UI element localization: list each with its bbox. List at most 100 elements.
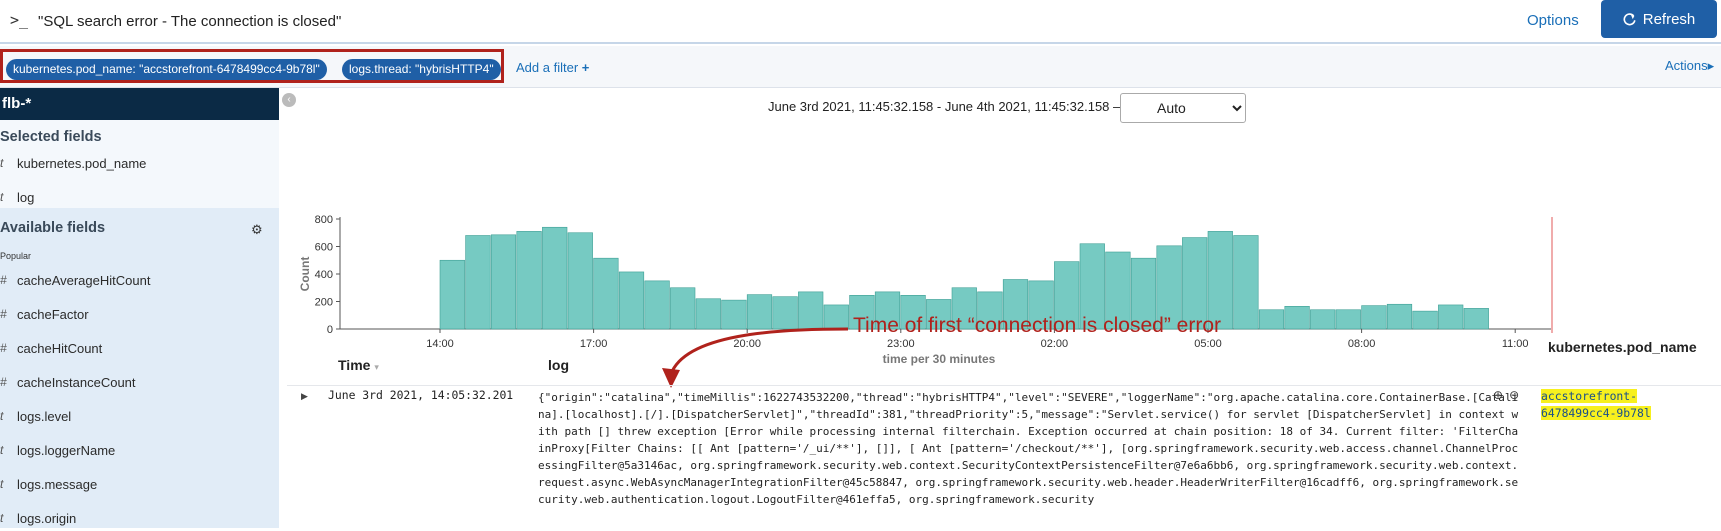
row-divider: [287, 385, 1721, 386]
y-tick-label: 600: [315, 242, 333, 254]
field-item[interactable]: # cacheInstanceCount: [0, 371, 279, 395]
x-tick-label: 08:00: [1348, 338, 1376, 350]
string-type-icon: t: [0, 511, 4, 525]
actions-label: Actions: [1665, 58, 1708, 73]
plus-icon: +: [581, 60, 590, 75]
histogram-bar: [1463, 308, 1489, 330]
add-filter-link[interactable]: Add a filter +: [516, 60, 589, 75]
index-pattern[interactable]: flb-*: [0, 88, 279, 120]
histogram-bar: [1361, 305, 1387, 330]
annotation-text: Time of first “connection is closed” err…: [853, 314, 1222, 337]
cell-filter-actions: ⊕ ⊖: [1493, 388, 1525, 402]
field-sidebar: flb-* Selected fields t kubernetes.pod_na…: [0, 88, 279, 528]
y-tick-label: 200: [315, 297, 333, 309]
field-name: cacheHitCount: [17, 341, 103, 356]
add-filter-label: Add a filter: [516, 60, 579, 75]
field-item[interactable]: t kubernetes.pod_name: [0, 152, 279, 176]
y-tick-label: 0: [327, 324, 333, 336]
histogram-bar: [1233, 235, 1259, 330]
histogram-bar: [1438, 304, 1464, 330]
zoom-out-icon[interactable]: ⊖: [1509, 388, 1519, 402]
highlighted-filters-box: kubernetes.pod_name: "accstorefront-6478…: [0, 49, 504, 83]
field-item[interactable]: t logs.loggerName: [0, 439, 279, 463]
field-item[interactable]: t logs.origin: [0, 507, 279, 531]
query-bar: >_ Options Refresh: [0, 0, 1721, 44]
pod-name-highlight: accstorefront-6478499cc4-9b78l: [1541, 389, 1651, 420]
histogram-bar: [1258, 309, 1285, 330]
collapse-sidebar-icon[interactable]: ‹: [282, 93, 296, 107]
selected-fields-title: Selected fields: [0, 129, 102, 145]
actions-link[interactable]: Actions▸: [1665, 58, 1714, 74]
x-tick-label: 14:00: [426, 338, 454, 350]
histogram-bar: [1412, 310, 1438, 330]
row-pod-name-cell: accstorefront-6478499cc4-9b78l: [1541, 388, 1701, 422]
histogram-bar: [670, 287, 696, 330]
popular-label: Popular: [0, 251, 32, 261]
filter-pill-pod-name[interactable]: kubernetes.pod_name: "accstorefront-6478…: [6, 59, 327, 80]
interval-select[interactable]: Auto: [1120, 93, 1246, 123]
field-name: logs.loggerName: [17, 443, 116, 458]
refresh-label: Refresh: [1642, 10, 1696, 28]
number-type-icon: #: [0, 273, 7, 287]
x-tick-label: 02:00: [1041, 338, 1069, 350]
x-tick-label: 23:00: [887, 338, 915, 350]
field-name: logs.level: [17, 409, 72, 424]
time-range-text: June 3rd 2021, 11:45:32.158 - June 4th 2…: [768, 99, 1127, 114]
field-item[interactable]: t log: [0, 186, 279, 210]
field-name: kubernetes.pod_name: [17, 156, 147, 171]
y-tick-label: 800: [315, 214, 333, 226]
field-name: log: [17, 190, 35, 205]
field-item[interactable]: t logs.level: [0, 405, 279, 429]
field-item[interactable]: t logs.message: [0, 473, 279, 497]
string-type-icon: t: [0, 477, 4, 491]
filter-pill-thread[interactable]: logs.thread: "hybrisHTTP4": [342, 59, 501, 80]
search-input[interactable]: [38, 7, 1478, 35]
histogram-bar: [644, 280, 670, 330]
zoom-in-icon[interactable]: ⊕: [1493, 388, 1503, 402]
field-name: logs.message: [17, 477, 98, 492]
main-panel: ‹ June 3rd 2021, 11:45:32.158 - June 4th…: [279, 88, 1721, 528]
field-name: cacheAverageHitCount: [17, 273, 151, 288]
field-name: logs.origin: [17, 511, 77, 526]
histogram-bar: [465, 235, 491, 330]
string-type-icon: t: [0, 443, 4, 457]
gear-icon[interactable]: ⚙: [251, 222, 263, 238]
histogram-bar: [516, 231, 542, 330]
filter-bar: kubernetes.pod_name: "accstorefront-6478…: [0, 46, 1721, 88]
histogram-bar: [1310, 309, 1336, 330]
x-tick-label: 11:00: [1502, 338, 1529, 350]
string-type-icon: t: [0, 156, 4, 170]
time-header-label: Time: [338, 357, 371, 373]
options-link[interactable]: Options: [1527, 12, 1579, 29]
histogram-bar: [567, 232, 593, 330]
field-name: cacheInstanceCount: [17, 375, 136, 390]
histogram-bar: [1386, 303, 1413, 330]
column-header-time[interactable]: Time ▾: [338, 357, 379, 373]
x-tick-label: 05:00: [1194, 338, 1222, 350]
refresh-icon: [1623, 12, 1636, 25]
field-item[interactable]: # cacheAverageHitCount: [0, 269, 279, 293]
histogram-bar: [593, 257, 619, 330]
histogram-bar: [439, 259, 465, 330]
terminal-prompt-icon: >_: [10, 11, 29, 29]
string-type-icon: t: [0, 409, 4, 423]
y-tick-label: 400: [315, 269, 333, 281]
refresh-button[interactable]: Refresh: [1601, 0, 1717, 38]
histogram-bar: [542, 226, 568, 330]
number-type-icon: #: [0, 341, 7, 355]
column-header-pod-name[interactable]: kubernetes.pod_name: [1548, 339, 1697, 355]
histogram-bar: [618, 271, 645, 330]
number-type-icon: #: [0, 375, 7, 389]
sort-caret-icon: ▾: [374, 362, 379, 372]
column-header-log[interactable]: log: [548, 357, 569, 373]
field-item[interactable]: # cacheFactor: [0, 303, 279, 327]
expand-row-icon[interactable]: ▶: [301, 391, 308, 402]
string-type-icon: t: [0, 190, 4, 204]
field-item[interactable]: # cacheHitCount: [0, 337, 279, 361]
x-axis-label: time per 30 minutes: [883, 352, 996, 366]
caret-right-icon: ▸: [1707, 58, 1715, 73]
histogram-bar: [490, 234, 517, 330]
histogram-bar: [1284, 306, 1310, 330]
available-fields-title: Available fields: [0, 220, 106, 236]
histogram-bar: [1335, 309, 1361, 330]
